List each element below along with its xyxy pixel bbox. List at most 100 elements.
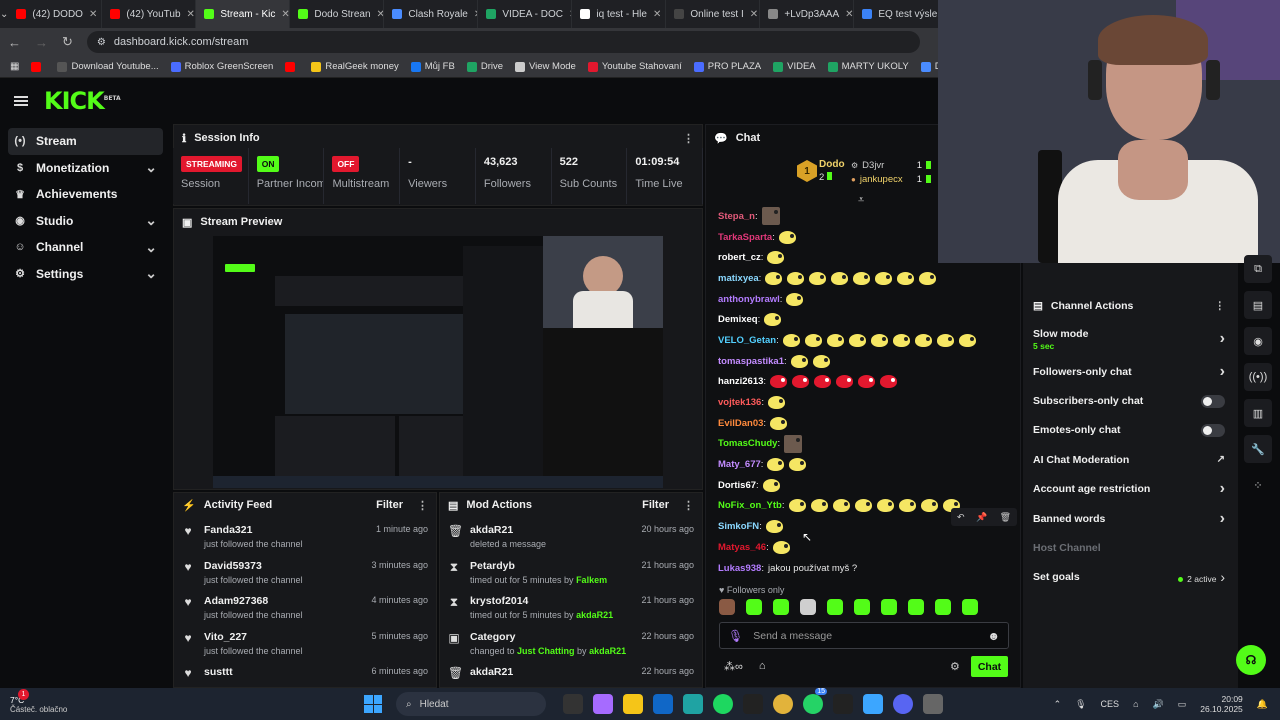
- chat-username[interactable]: Maty_677: [718, 459, 761, 470]
- bookmark-item[interactable]: Roblox GreenScreen: [170, 61, 273, 72]
- browser-tab[interactable]: EQ test výsle✕: [854, 0, 949, 28]
- tray-chevron-icon[interactable]: ⌃: [1054, 699, 1062, 710]
- mod-target[interactable]: akdaR21: [470, 666, 513, 678]
- emote-icon[interactable]: [800, 599, 816, 615]
- site-info-icon[interactable]: ⚙: [97, 37, 106, 48]
- emote-icon[interactable]: [746, 599, 762, 615]
- activity-user[interactable]: Adam927368: [204, 595, 303, 607]
- emoji-icon[interactable]: ☻: [987, 629, 1000, 643]
- layout-icon[interactable]: ▥: [1244, 399, 1272, 427]
- file-explorer-icon[interactable]: [623, 694, 643, 714]
- mic-tray-icon[interactable]: 🎙: [1075, 699, 1086, 710]
- clock[interactable]: 20:09 26.10.2025: [1200, 694, 1243, 714]
- chevron-right-icon[interactable]: ›: [1220, 363, 1225, 381]
- external-link-icon[interactable]: ↗: [1217, 454, 1225, 465]
- windows-start-icon[interactable]: [364, 695, 382, 713]
- chevron-down-icon[interactable]: ⌄: [145, 159, 157, 176]
- emote-icon[interactable]: [908, 599, 924, 615]
- epic-games-icon[interactable]: [833, 694, 853, 714]
- chevron-right-icon[interactable]: ›: [1220, 510, 1225, 528]
- chat-username[interactable]: Stepa_n: [718, 211, 755, 222]
- stream-preview-video[interactable]: [213, 236, 663, 488]
- toggle-switch[interactable]: [1201, 423, 1225, 437]
- leaderboard-user-name[interactable]: jankupecx: [860, 174, 903, 185]
- chat-username[interactable]: hanzi2613: [718, 376, 763, 387]
- bookmark-item[interactable]: [31, 61, 45, 72]
- menu-icon[interactable]: [14, 96, 28, 106]
- activity-user[interactable]: David59373: [204, 560, 303, 572]
- pin-icon[interactable]: 📌: [976, 512, 987, 523]
- chat-username[interactable]: Lukas938: [718, 563, 761, 574]
- emote-icon[interactable]: [935, 599, 951, 615]
- back-icon[interactable]: ←: [8, 35, 21, 50]
- emote-icon[interactable]: [881, 599, 897, 615]
- mic-icon[interactable]: 🎙: [728, 629, 743, 643]
- channel-action-slow-mode[interactable]: Slow mode 5 sec ›: [1025, 321, 1233, 357]
- browser-tab[interactable]: Online test I ✕: [666, 0, 761, 28]
- bookmark-item[interactable]: Download Youtube...: [57, 61, 159, 72]
- apps-icon[interactable]: ▦: [10, 61, 19, 72]
- outlook-icon[interactable]: [653, 694, 673, 714]
- chat-username[interactable]: Matyas_46: [718, 542, 766, 553]
- clipboard-icon[interactable]: ▤: [1244, 291, 1272, 319]
- bookmark-item[interactable]: Drive: [466, 61, 503, 72]
- channel-action-followers-only-chat[interactable]: Followers-only chat ›: [1025, 357, 1233, 386]
- reply-icon[interactable]: ↶: [957, 512, 965, 523]
- emote-icon[interactable]: [827, 599, 843, 615]
- chevron-down-icon[interactable]: ⌄: [145, 212, 157, 229]
- emote-icon[interactable]: [719, 599, 735, 615]
- activity-user[interactable]: Vito_227: [204, 631, 303, 643]
- activity-user[interactable]: Fanda321: [204, 524, 303, 536]
- bookmark-item[interactable]: Dodo videa: [920, 61, 938, 72]
- browser-tab[interactable]: Clash Royale✕: [384, 0, 479, 28]
- weather-widget[interactable]: 1 7°C Částeč. oblačno: [0, 688, 120, 714]
- channel-action-account-age-restriction[interactable]: Account age restriction ›: [1025, 475, 1233, 504]
- browser-tab[interactable]: Dodo Strean ✕: [290, 0, 385, 28]
- channel-action-emotes-only-chat[interactable]: Emotes-only chat: [1025, 416, 1233, 445]
- browser-tab[interactable]: (42) DODO ✕: [8, 0, 103, 28]
- mod-highlight-2[interactable]: akdaR21: [589, 646, 626, 656]
- sidebar-item-stream[interactable]: (•) Stream: [8, 128, 163, 155]
- channel-action-subscribers-only-chat[interactable]: Subscribers-only chat: [1025, 386, 1233, 415]
- mod-target[interactable]: Petardyb: [470, 560, 607, 572]
- chat-username[interactable]: robert_cz: [718, 252, 761, 263]
- chat-username[interactable]: anthonybrawl: [718, 294, 780, 305]
- discord-icon[interactable]: [893, 694, 913, 714]
- more-icon[interactable]: ⋮: [683, 499, 694, 512]
- chat-bubble-icon[interactable]: ◉: [1244, 327, 1272, 355]
- address-bar[interactable]: ⚙ dashboard.kick.com/stream: [86, 31, 920, 53]
- sidebar-item-channel[interactable]: ☺ Channel ⌄: [8, 234, 163, 261]
- calculator-icon[interactable]: [923, 694, 943, 714]
- chat-username[interactable]: SimkoFN: [718, 521, 759, 532]
- whatsapp-icon[interactable]: 15: [803, 688, 827, 714]
- spotify-icon[interactable]: [713, 694, 733, 714]
- activity-user[interactable]: susttt: [204, 666, 233, 678]
- terminal-icon[interactable]: [743, 694, 763, 714]
- language-indicator[interactable]: CES: [1101, 699, 1120, 709]
- browser-tab[interactable]: (42) YouTub ✕: [102, 0, 197, 28]
- bookmark-item[interactable]: [285, 61, 299, 72]
- chat-username[interactable]: Demixeq: [718, 314, 758, 325]
- browser-tab[interactable]: Stream - Kic ✕: [196, 0, 291, 28]
- sidebar-item-achievements[interactable]: ♛ Achievements: [8, 181, 163, 208]
- chat-username[interactable]: VELO_Getan: [718, 335, 776, 346]
- bookmark-item[interactable]: VIDEA: [773, 61, 816, 72]
- reload-icon[interactable]: ↻: [62, 34, 73, 50]
- close-tab-icon[interactable]: ✕: [89, 9, 97, 20]
- sidebar-item-studio[interactable]: ◉ Studio ⌄: [8, 208, 163, 235]
- notifications-icon[interactable]: 🔔: [1257, 699, 1268, 710]
- edge-icon[interactable]: [683, 694, 703, 714]
- battery-icon[interactable]: ▭: [1178, 699, 1187, 710]
- store-icon[interactable]: ⌂: [759, 660, 766, 673]
- delete-icon[interactable]: 🗑: [1000, 512, 1011, 523]
- mod-target[interactable]: Category: [470, 631, 626, 643]
- chat-username[interactable]: tomaspastika1: [718, 356, 784, 367]
- chat-username[interactable]: TomasChudy: [718, 438, 777, 449]
- wrench-icon[interactable]: 🔧: [1244, 435, 1272, 463]
- mod-highlight[interactable]: akdaR21: [576, 610, 613, 620]
- emote-icon[interactable]: [773, 599, 789, 615]
- forward-icon[interactable]: →: [35, 35, 48, 50]
- channel-action-set-goals[interactable]: Set goals 2 active ›: [1025, 563, 1233, 592]
- more-icon[interactable]: ⋮: [1215, 300, 1226, 312]
- taskbar-search[interactable]: ⌕ Hledat: [396, 692, 546, 716]
